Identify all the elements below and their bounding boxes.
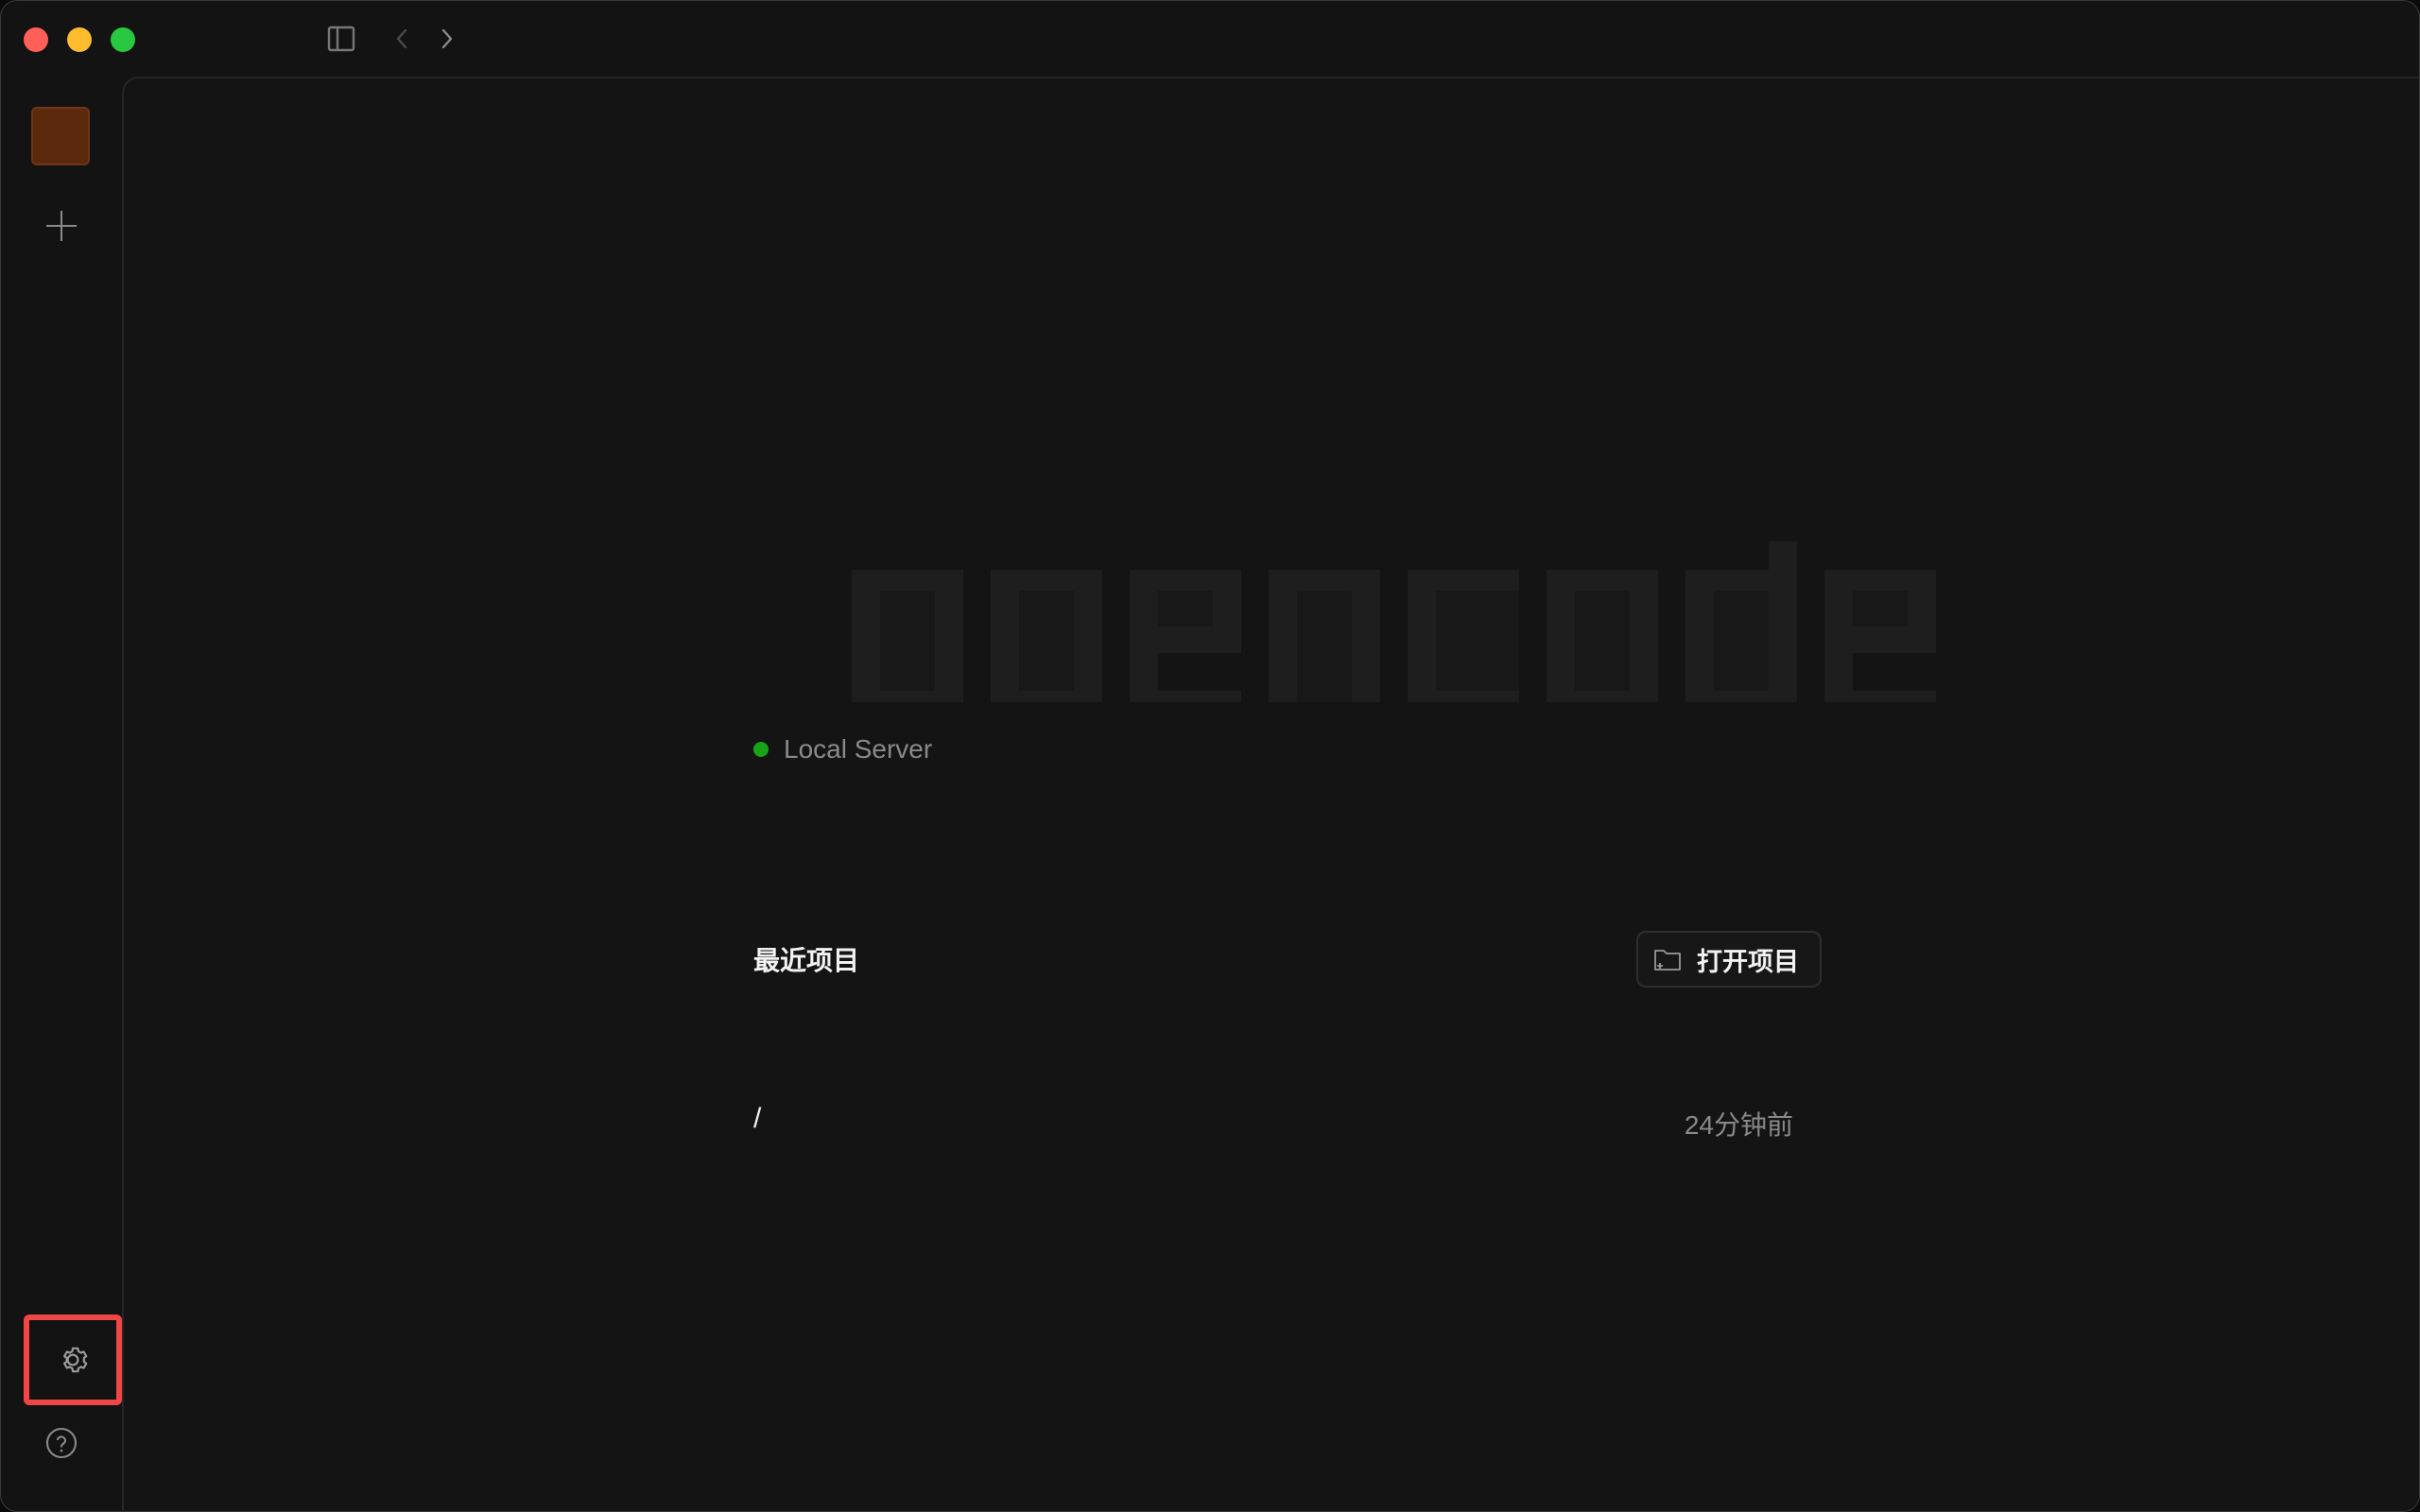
plus-icon (46, 211, 77, 241)
status-dot (753, 742, 769, 757)
chevron-left-icon (396, 28, 407, 49)
main-panel: Local Server 最近项目 打开项目 / 24分钟前 (122, 77, 2419, 1511)
back-button[interactable] (385, 20, 419, 58)
gear-icon (63, 1347, 88, 1373)
close-window-button[interactable] (24, 27, 48, 52)
title-bar (1, 1, 2419, 77)
forward-button[interactable] (430, 20, 464, 58)
server-label: Local Server (784, 734, 933, 764)
folder-plus-icon (1654, 950, 1681, 971)
toggle-sidebar-button[interactable] (322, 20, 360, 58)
maximize-window-button[interactable] (111, 27, 135, 52)
settings-button[interactable] (24, 1314, 122, 1405)
project-rail (1, 77, 122, 1511)
app-window: Local Server 最近项目 打开项目 / 24分钟前 (0, 0, 2420, 1512)
server-status[interactable]: Local Server (753, 734, 932, 765)
help-button[interactable] (39, 1420, 84, 1466)
add-project-button[interactable] (39, 203, 84, 249)
project-path: / (753, 1103, 762, 1134)
recent-project-row[interactable]: / 24分钟前 (753, 1103, 1822, 1144)
sidebar-icon (327, 26, 355, 52)
open-project-label: 打开项目 (1697, 947, 1799, 976)
project-avatar[interactable] (31, 107, 90, 165)
open-project-button[interactable]: 打开项目 (1636, 931, 1822, 988)
opencode-logo (852, 541, 1936, 702)
chevron-right-icon (441, 28, 453, 49)
question-icon (45, 1427, 78, 1459)
recent-projects-title: 最近项目 (753, 946, 860, 975)
project-time: 24分钟前 (1684, 1110, 1793, 1140)
minimize-window-button[interactable] (67, 27, 92, 52)
